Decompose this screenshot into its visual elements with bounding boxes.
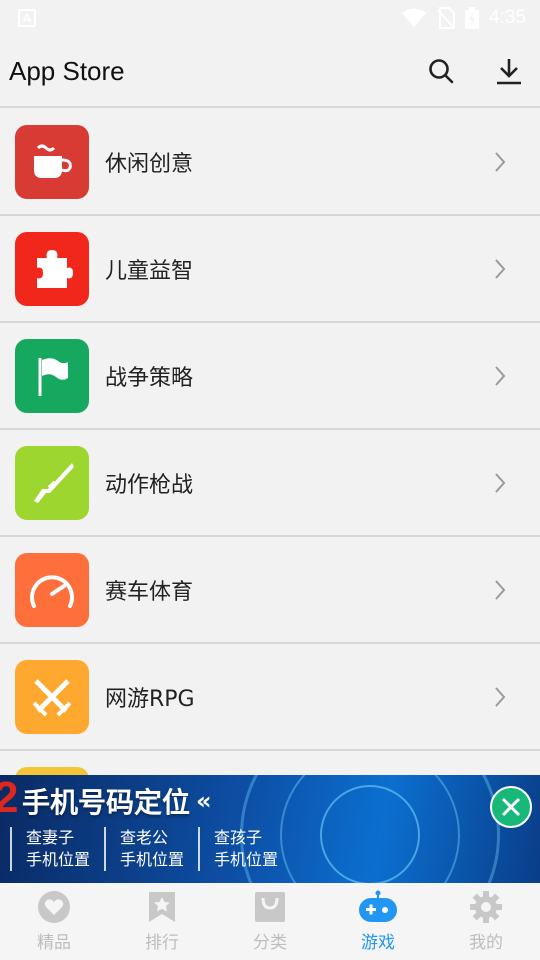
search-icon	[429, 59, 454, 84]
ad-option-line2: 手机位置	[214, 850, 279, 869]
nav-item-games[interactable]: 游戏	[324, 890, 432, 953]
ad-title: 手机号码定位	[22, 786, 191, 819]
chevron-right-icon	[495, 365, 506, 386]
flag-icon	[15, 338, 89, 413]
bottom-nav: 精品 排行 分类 游戏 我的	[0, 883, 540, 960]
heart-icon	[38, 891, 70, 923]
download-icon	[497, 59, 521, 85]
rifle-icon	[15, 445, 89, 520]
category-row-strategy[interactable]: 战争策略	[0, 323, 540, 430]
crossed-swords-icon	[15, 659, 89, 734]
nav-label: 精品	[37, 933, 71, 953]
nav-item-mine[interactable]: 我的	[432, 890, 540, 953]
category-label: 休闲创意	[105, 151, 194, 177]
category-bag-icon	[255, 892, 285, 922]
category-label: 儿童益智	[105, 258, 194, 284]
nav-item-featured[interactable]: 精品	[0, 890, 108, 953]
ad-decoration	[320, 785, 420, 883]
nav-label: 排行	[145, 933, 179, 953]
page-title: App Store	[9, 55, 125, 86]
status-bar: A 4:35	[0, 0, 540, 36]
ad-option: 查孩子 手机位置	[198, 827, 292, 871]
nav-item-category[interactable]: 分类	[216, 890, 324, 953]
no-sim-icon	[437, 7, 456, 29]
ad-number: 2	[0, 775, 19, 822]
chevron-right-icon	[495, 472, 506, 493]
category-row-shooter[interactable]: 动作枪战	[0, 430, 540, 537]
category-row-kids[interactable]: 儿童益智	[0, 216, 540, 323]
ad-option-line1: 查孩子	[214, 828, 263, 847]
ad-option-line1: 查妻子	[26, 828, 75, 847]
nav-label: 我的	[469, 933, 503, 953]
category-row-casual[interactable]: 休闲创意	[0, 109, 540, 216]
ad-option: 查妻子 手机位置	[10, 827, 104, 871]
chevron-right-icon	[495, 686, 506, 707]
close-icon	[501, 797, 521, 817]
category-label: 网游RPG	[105, 686, 195, 712]
download-button[interactable]	[494, 56, 524, 86]
ad-option-line2: 手机位置	[26, 850, 91, 869]
wifi-icon	[402, 8, 427, 27]
category-label: 战争策略	[105, 365, 194, 391]
category-list: 休闲创意 儿童益智 战争策略 动作枪战 赛车体育 网游RPG	[0, 109, 540, 781]
nav-label: 分类	[253, 933, 287, 953]
speedometer-icon	[15, 552, 89, 627]
ad-banner[interactable]: 2 手机号码定位 « 查妻子 手机位置 查老公 手机位置 查孩子 手机位置	[0, 775, 540, 883]
gamepad-icon	[359, 890, 397, 922]
ad-option-line2: 手机位置	[120, 850, 185, 869]
search-button[interactable]	[426, 56, 456, 86]
chevron-right-icon	[495, 579, 506, 600]
ad-option-line1: 查老公	[120, 828, 169, 847]
chevron-right-icon	[495, 151, 506, 172]
teacup-icon	[15, 124, 89, 199]
settings-gear-icon	[470, 891, 502, 923]
status-time: 4:35	[489, 7, 526, 28]
nav-label: 游戏	[361, 933, 395, 953]
nav-item-ranking[interactable]: 排行	[108, 890, 216, 953]
category-row-rpg[interactable]: 网游RPG	[0, 644, 540, 751]
ad-close-button[interactable]	[490, 786, 532, 828]
ranking-bookmark-icon	[149, 892, 175, 922]
ad-arrows: «	[196, 787, 211, 815]
category-row-racing[interactable]: 赛车体育	[0, 537, 540, 644]
puzzle-icon	[15, 231, 89, 306]
category-label: 赛车体育	[105, 579, 194, 605]
ad-option: 查老公 手机位置	[104, 827, 198, 871]
category-label: 动作枪战	[105, 472, 194, 498]
battery-charging-icon	[465, 7, 480, 29]
app-bar: App Store	[0, 36, 540, 108]
chevron-right-icon	[495, 258, 506, 279]
ad-options: 查妻子 手机位置 查老公 手机位置 查孩子 手机位置	[10, 827, 292, 871]
notification-a-icon: A	[18, 9, 36, 27]
